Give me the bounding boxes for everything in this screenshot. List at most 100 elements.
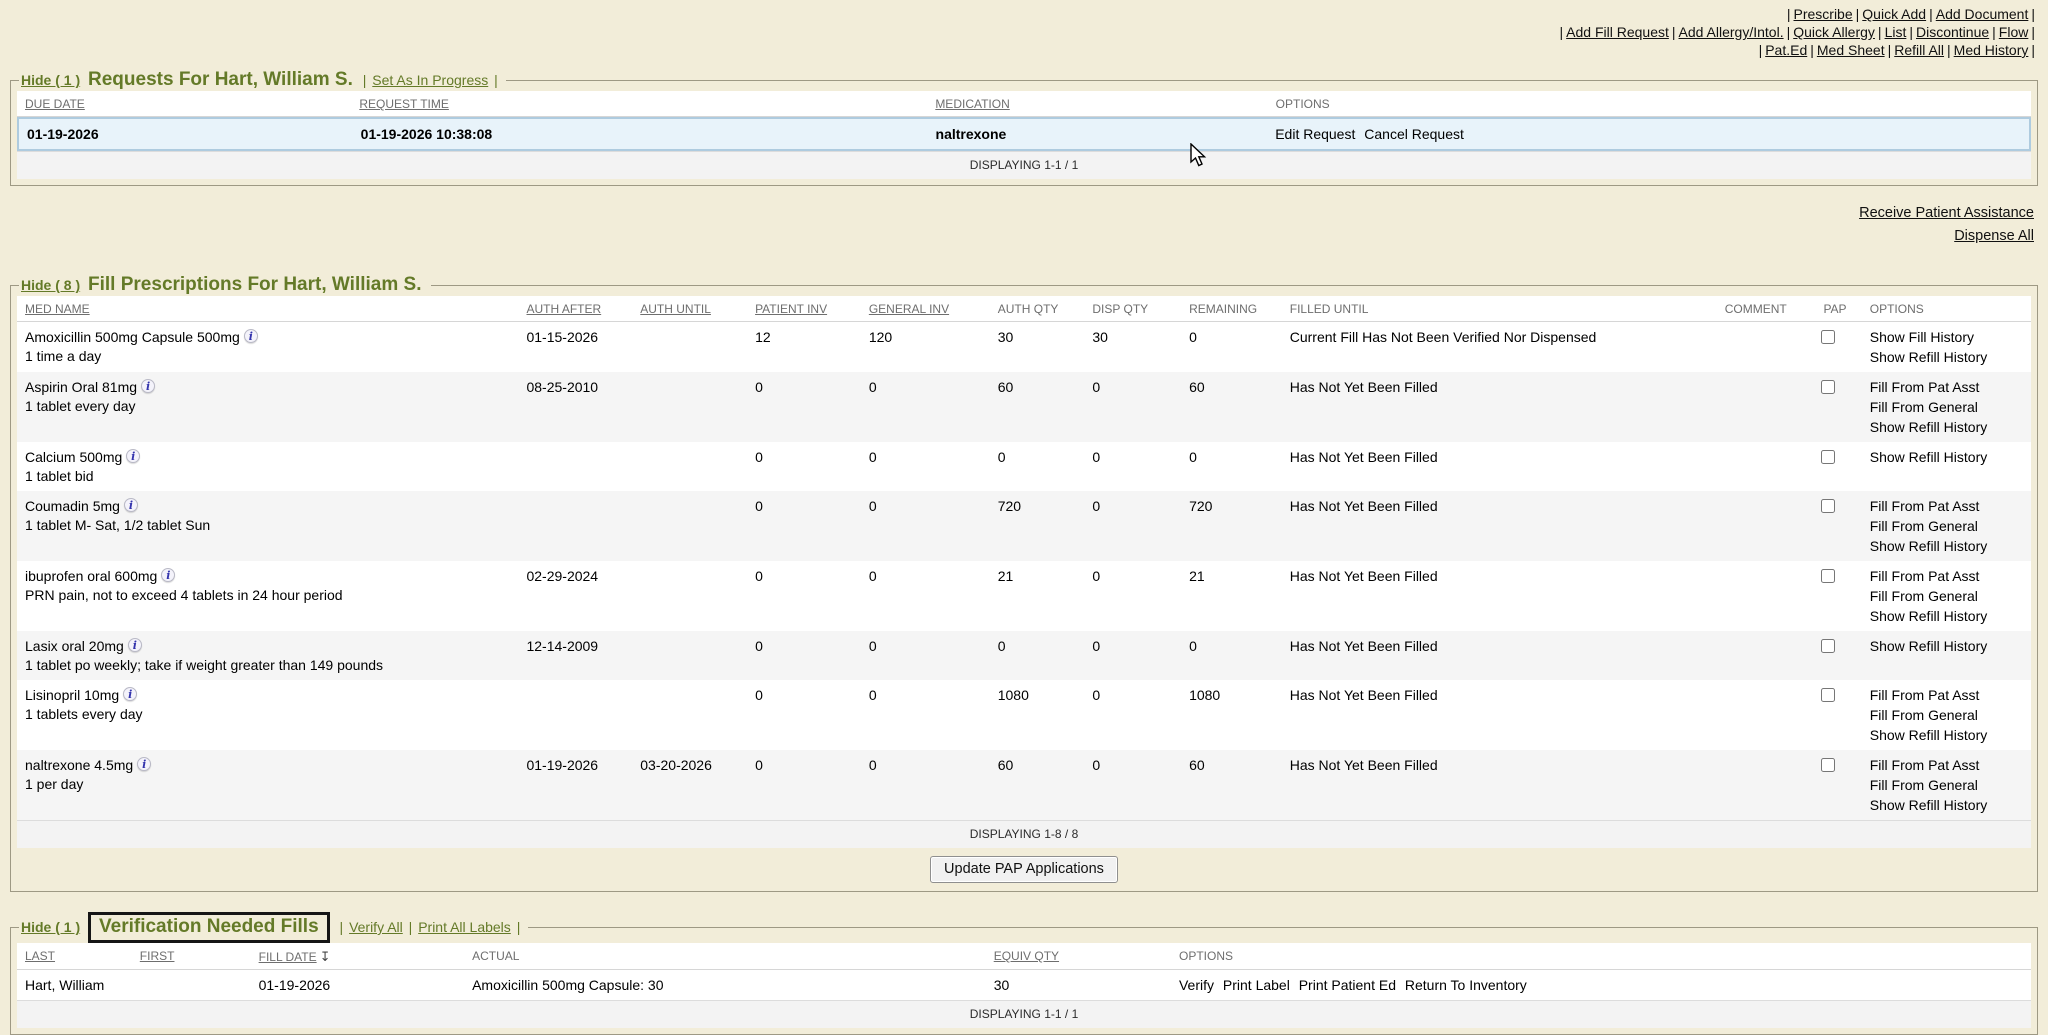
auth-until <box>632 561 747 571</box>
nav-link[interactable]: Med History <box>1954 42 2029 58</box>
col-patient-inv[interactable]: PATIENT INV <box>747 296 861 321</box>
info-icon[interactable]: i <box>126 449 140 463</box>
row-options: Fill From Pat Asst Fill From General Sho… <box>1862 680 2031 750</box>
info-icon[interactable]: i <box>124 498 138 512</box>
info-icon[interactable]: i <box>137 757 151 771</box>
auth-until <box>632 442 747 452</box>
info-icon[interactable]: i <box>128 638 142 652</box>
auth-qty: 0 <box>990 442 1085 472</box>
separator: | <box>1992 24 1996 40</box>
col-medication[interactable]: MEDICATION <box>927 91 1267 116</box>
option-link[interactable]: Fill From Pat Asst <box>1870 377 2025 397</box>
nav-link[interactable]: List <box>1885 24 1907 40</box>
option-link[interactable]: Fill From General <box>1870 516 2025 536</box>
nav-link[interactable]: Add Fill Request <box>1566 24 1669 40</box>
nav-link[interactable]: Quick Add <box>1862 6 1926 22</box>
info-icon[interactable]: i <box>161 568 175 582</box>
option-link[interactable]: Fill From General <box>1870 705 2025 725</box>
pap-checkbox[interactable] <box>1821 380 1835 394</box>
option-link[interactable]: Show Refill History <box>1870 347 2025 367</box>
option-link[interactable]: Fill From Pat Asst <box>1870 496 2025 516</box>
verify-link[interactable]: Verify <box>1179 977 1214 993</box>
option-link[interactable]: Show Refill History <box>1870 725 2025 745</box>
info-icon[interactable]: i <box>141 379 155 393</box>
nav-link[interactable]: Refill All <box>1894 42 1944 58</box>
filled-until: Has Not Yet Been Filled <box>1282 491 1717 521</box>
option-link[interactable]: Fill From General <box>1870 586 2025 606</box>
option-link[interactable]: Fill From Pat Asst <box>1870 755 2025 775</box>
option-link[interactable]: Show Refill History <box>1870 417 2025 437</box>
option-link[interactable]: Show Fill History <box>1870 327 2025 347</box>
nav-link[interactable]: Med Sheet <box>1817 42 1885 58</box>
col-fill-date-label[interactable]: FILL DATE <box>259 950 317 964</box>
col-equiv-qty[interactable]: EQUIV QTY <box>986 943 1171 968</box>
requests-hide-link[interactable]: Hide ( 1 ) <box>21 72 80 88</box>
col-request-time[interactable]: REQUEST TIME <box>351 91 927 116</box>
col-due-date[interactable]: DUE DATE <box>17 91 351 116</box>
separator: | <box>494 72 498 88</box>
edit-request-link[interactable]: Edit Request <box>1275 126 1355 142</box>
col-fill-date[interactable]: FILL DATE↧ <box>251 943 464 969</box>
option-link[interactable]: Show Refill History <box>1870 795 2025 815</box>
col-first[interactable]: FIRST <box>132 943 251 968</box>
med-name-cell: Calcium 500mgi 1 tablet bid <box>17 442 518 491</box>
nav-link[interactable]: Prescribe <box>1794 6 1853 22</box>
pap-checkbox[interactable] <box>1821 330 1835 344</box>
option-link[interactable]: Fill From General <box>1870 397 2025 417</box>
cancel-request-link[interactable]: Cancel Request <box>1364 126 1464 142</box>
print-patient-ed-link[interactable]: Print Patient Ed <box>1299 977 1396 993</box>
option-link[interactable]: Fill From General <box>1870 775 2025 795</box>
auth-qty: 720 <box>990 491 1085 521</box>
fill-prescriptions-section: Hide ( 8 ) Fill Prescriptions For Hart, … <box>10 274 2038 892</box>
med-sig: 1 tablet M- Sat, 1/2 tablet Sun <box>25 516 512 535</box>
pap-checkbox[interactable] <box>1821 639 1835 653</box>
col-auth-until[interactable]: AUTH UNTIL <box>632 296 747 321</box>
verification-hide-link[interactable]: Hide ( 1 ) <box>21 919 80 935</box>
col-last[interactable]: LAST <box>17 943 132 968</box>
set-as-in-progress-link[interactable]: Set As In Progress <box>372 72 488 88</box>
option-link[interactable]: Show Refill History <box>1870 536 2025 556</box>
info-icon[interactable]: i <box>244 329 258 343</box>
option-link[interactable]: Fill From Pat Asst <box>1870 566 2025 586</box>
nav-link[interactable]: Flow <box>1999 24 2029 40</box>
pap-checkbox[interactable] <box>1821 569 1835 583</box>
option-link[interactable]: Fill From Pat Asst <box>1870 685 2025 705</box>
general-inv: 0 <box>861 680 990 710</box>
disp-qty: 0 <box>1084 561 1181 591</box>
print-all-labels-link[interactable]: Print All Labels <box>418 919 511 935</box>
info-icon[interactable]: i <box>123 687 137 701</box>
requests-table: DUE DATE REQUEST TIME MEDICATION OPTIONS… <box>17 91 2031 179</box>
nav-link[interactable]: Discontinue <box>1916 24 1989 40</box>
col-filled-until: FILLED UNTIL <box>1282 296 1717 321</box>
receive-patient-assistance-link[interactable]: Receive Patient Assistance <box>0 202 2034 225</box>
nav-link[interactable]: Add Allergy/Intol. <box>1679 24 1784 40</box>
pap-checkbox[interactable] <box>1821 758 1835 772</box>
option-link[interactable]: Show Refill History <box>1870 636 2025 656</box>
option-link[interactable]: Show Refill History <box>1870 447 2025 467</box>
nav-link[interactable]: Pat.Ed <box>1765 42 1807 58</box>
fill-hide-link[interactable]: Hide ( 8 ) <box>21 277 80 293</box>
pap-checkbox[interactable] <box>1821 499 1835 513</box>
col-med-name[interactable]: MED NAME <box>17 296 518 321</box>
request-row[interactable]: 01-19-2026 01-19-2026 10:38:08 naltrexon… <box>17 117 2031 151</box>
remaining: 0 <box>1181 442 1282 472</box>
verification-displaying: DISPLAYING 1-1 / 1 <box>17 1000 2031 1028</box>
pap-checkbox[interactable] <box>1821 450 1835 464</box>
col-general-inv[interactable]: GENERAL INV <box>861 296 990 321</box>
patient-inv: 0 <box>747 561 861 591</box>
auth-qty: 60 <box>990 372 1085 402</box>
med-name-cell: Lasix oral 20mgi 1 tablet po weekly; tak… <box>17 631 518 680</box>
print-label-link[interactable]: Print Label <box>1223 977 1290 993</box>
option-link[interactable]: Show Refill History <box>1870 606 2025 626</box>
separator: | <box>2031 24 2035 40</box>
return-to-inventory-link[interactable]: Return To Inventory <box>1405 977 1527 993</box>
update-pap-applications-button[interactable]: Update PAP Applications <box>930 856 1118 883</box>
verify-all-link[interactable]: Verify All <box>349 919 403 935</box>
nav-link[interactable]: Quick Allergy <box>1793 24 1875 40</box>
pap-cell <box>1815 680 1861 712</box>
verification-section-title: Verification Needed Fills <box>88 912 330 943</box>
nav-link[interactable]: Add Document <box>1936 6 2029 22</box>
dispense-all-link[interactable]: Dispense All <box>0 225 2034 248</box>
pap-checkbox[interactable] <box>1821 688 1835 702</box>
col-auth-after[interactable]: AUTH AFTER <box>518 296 632 321</box>
